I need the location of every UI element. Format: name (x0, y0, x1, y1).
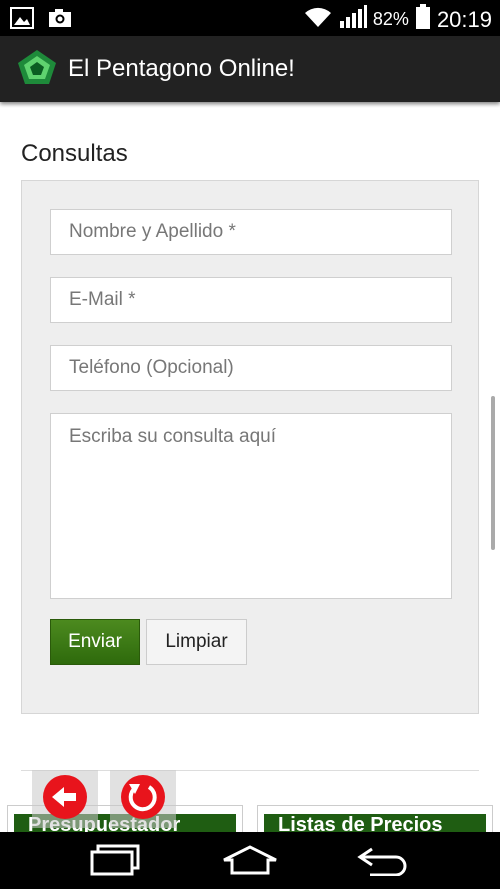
contact-form: Enviar Limpiar (21, 180, 479, 714)
card-listas-precios[interactable]: Listas de Precios (257, 805, 493, 832)
section-title: Consultas (21, 140, 128, 167)
back-arrow-icon (42, 774, 88, 825)
app-title: El Pentagono Online! (68, 55, 295, 82)
clock: 20:19 (436, 6, 492, 32)
card-label: Listas de Precios (264, 814, 486, 832)
clear-button[interactable]: Limpiar (146, 619, 247, 665)
back-icon[interactable] (356, 844, 412, 881)
message-textarea[interactable] (50, 413, 452, 599)
scrollbar[interactable] (491, 396, 495, 550)
email-input[interactable] (50, 277, 452, 323)
pentagon-logo (16, 48, 58, 91)
name-input[interactable] (50, 209, 452, 255)
navigation-bar (0, 832, 500, 889)
battery-icon (415, 4, 431, 35)
status-bar: 82% 20:19 (0, 0, 500, 36)
home-icon[interactable] (222, 844, 278, 881)
camera-icon (48, 7, 72, 34)
recent-apps-icon[interactable] (90, 844, 142, 881)
signal-icon (339, 5, 367, 34)
float-back-button[interactable] (32, 770, 98, 828)
wifi-icon (303, 5, 333, 34)
refresh-icon (120, 774, 166, 825)
app-bar: El Pentagono Online! (0, 36, 500, 102)
image-icon (10, 7, 34, 34)
battery-percent: 82% (372, 9, 409, 29)
send-button[interactable]: Enviar (50, 619, 140, 665)
status-notifications (10, 7, 72, 34)
phone-input[interactable] (50, 345, 452, 391)
float-refresh-button[interactable] (110, 770, 176, 828)
page-content[interactable]: Consultas Enviar Limpiar Presupuestador … (0, 102, 500, 832)
